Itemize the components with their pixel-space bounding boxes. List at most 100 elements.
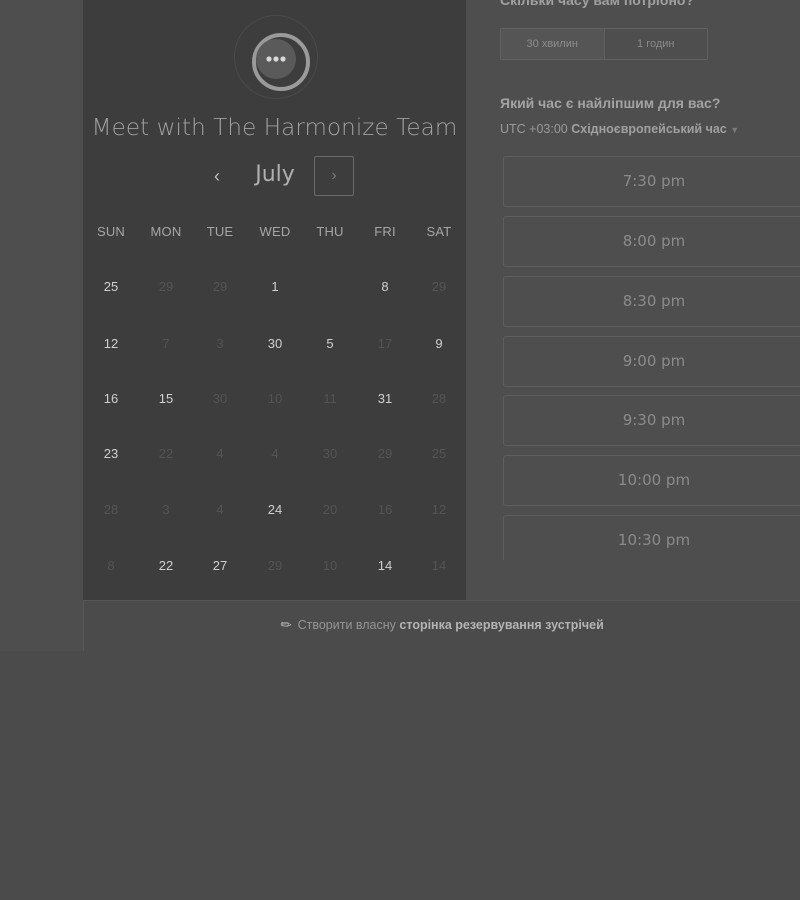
time-slot-button[interactable]: 9:30 pm [503,395,800,446]
time-slot-label: 8:30 pm [622,292,686,310]
calendar-day: 29 [248,541,302,591]
next-month-button[interactable]: › [314,156,354,196]
timezone-selector[interactable]: UTC +03:00 Східноєвропейський час ▼ [500,122,739,136]
calendar-day-number: 23 [103,446,119,461]
weekday-label: THU [316,224,344,239]
calendar-day: 29 [193,262,247,312]
time-slot-button[interactable]: 9:00 pm [503,336,800,387]
calendar-day[interactable]: 24 [248,485,302,535]
time-slot-label: 8:00 pm [622,232,686,250]
weekday-label: FRI [374,224,396,239]
time-slot-label: 10:00 pm [617,471,691,489]
calendar-day-number: 24 [267,502,283,517]
calendar-day-number: 29 [267,558,283,573]
calendar-day-number: 5 [326,336,334,351]
create-booking-page-link[interactable]: ✎ Створити власну сторінка резервування … [84,615,800,634]
weekday-label: SAT [426,224,452,239]
calendar-day[interactable]: 14 [358,541,412,591]
calendar-day-number: 8 [381,279,389,294]
calendar-day[interactable]: 5 [303,319,357,369]
calendar-day[interactable]: 30 [248,319,302,369]
calendar-day-number: 20 [322,502,338,517]
calendar-day[interactable]: 12 [84,319,138,369]
page-title: Meet with The Harmonize Team [91,115,458,141]
duration-question: Скільки часу вам потрібно? [500,0,695,8]
calendar-day: 20 [303,485,357,535]
calendar-day: 29 [412,262,466,312]
calendar-day-number: 12 [431,502,447,517]
duration-toggle: 30 хвилин 1 годин [500,28,708,60]
calendar-day-number: 30 [322,446,338,461]
calendar-day[interactable]: 27 [193,541,247,591]
calendar-day: 25 [412,429,466,479]
slot-list-fade [500,560,800,600]
calendar-day-number: 1 [271,279,279,294]
calendar-day: 4 [193,485,247,535]
time-slot-button[interactable]: 7:30 pm [503,156,800,207]
footer-bar: ✎ Створити власну сторінка резервування … [83,600,800,651]
footer-prefix: Створити власну [297,618,396,632]
calendar-day-number: 29 [158,279,174,294]
calendar-day-selected[interactable]: 5 [303,262,357,312]
calendar-day-number: 7 [162,336,170,351]
calendar-day[interactable]: 8 [358,262,412,312]
calendar-day[interactable]: 25 [84,262,138,312]
calendar-day: 7 [139,319,193,369]
calendar-day: 30 [193,374,247,424]
calendar-day-number: 8 [107,558,115,573]
calendar-day-number: 14 [431,558,447,573]
calendar-day-number: 31 [377,391,393,406]
time-slot-button[interactable]: 10:30 pm [503,515,800,566]
calendar-day-number: 22 [158,558,174,573]
calendar-day-number: 25 [103,279,119,294]
calendar-day: 11 [303,374,357,424]
calendar-day[interactable]: 1 [248,262,302,312]
calendar-day-number: 30 [267,336,283,351]
weekday-label: MON [150,224,182,239]
calendar-day-number: 25 [431,446,447,461]
calendar-day-number: 11 [323,391,337,406]
calendar-day: 29 [358,429,412,479]
calendar-day-number: 28 [103,502,119,517]
calendar-day-number: 17 [377,336,393,351]
calendar-day-number: 4 [216,502,224,517]
duration-30-button[interactable]: 30 хвилин [501,29,605,59]
time-question: Який час є найліпшим для вас? [500,95,721,111]
calendar-day-number: 15 [158,391,174,406]
calendar-day: 29 [139,262,193,312]
weekday-label: SUN [96,224,126,239]
calendar-day[interactable]: 15 [139,374,193,424]
calendar-day: 28 [412,374,466,424]
calendar-day-number: 27 [212,558,228,573]
calendar-day-number: 4 [216,446,224,461]
calendar-day: 30 [303,429,357,479]
calendar-day: 17 [358,319,412,369]
time-slot-label: 9:00 pm [622,352,686,370]
caret-down-icon: ▼ [730,125,740,135]
calendar-day[interactable]: 16 [84,374,138,424]
calendar-day: 4 [248,429,302,479]
time-slot-button[interactable]: 8:30 pm [503,276,800,327]
time-slot-button[interactable]: 8:00 pm [503,216,800,267]
calendar-day-number: 14 [377,558,393,573]
calendar-day: 3 [193,319,247,369]
calendar-day[interactable]: 22 [139,541,193,591]
calendar-day-number: 4 [271,446,279,461]
calendar-day[interactable]: 23 [84,429,138,479]
time-slot-button[interactable]: 10:00 pm [503,455,800,506]
calendar-day-number: 30 [212,391,228,406]
month-label: July [255,162,295,187]
prev-month-button[interactable]: ‹ [205,163,229,189]
calendar-day: 16 [358,485,412,535]
chat-bubble-logo-icon [252,33,310,91]
calendar-day-number: 10 [322,558,338,573]
calendar-day-number: 12 [103,336,119,351]
timezone-offset: UTC +03:00 [500,122,568,136]
calendar-day-number: 9 [435,336,443,351]
calendar-day[interactable]: 31 [358,374,412,424]
calendar-day[interactable]: 9 [412,319,466,369]
calendar-day-number: 16 [377,502,393,517]
duration-60-button[interactable]: 1 годин [605,29,708,59]
calendar-day: 10 [303,541,357,591]
time-slot-label: 7:30 pm [622,172,686,190]
